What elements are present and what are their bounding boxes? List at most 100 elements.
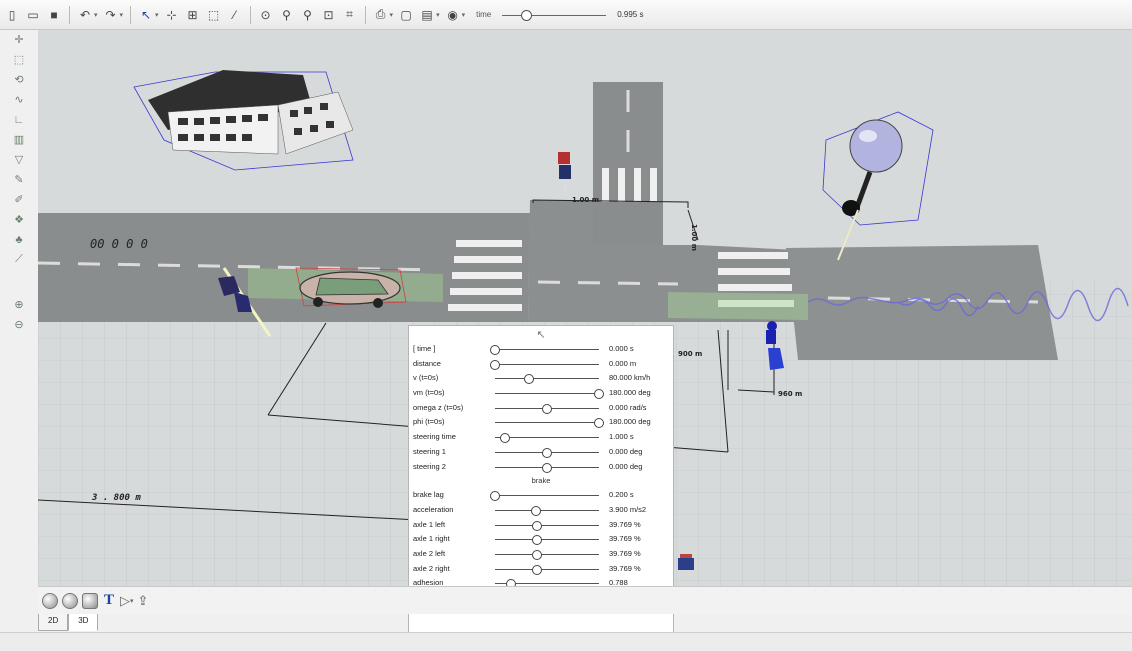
parameter-slider-knob[interactable] xyxy=(531,535,542,546)
sphere-view-icon[interactable] xyxy=(62,592,78,609)
parameter-label: vm (t=0s) xyxy=(413,388,445,398)
frame-icon[interactable]: ⬚ xyxy=(206,7,222,23)
parameter-slider[interactable] xyxy=(495,433,599,444)
parameter-slider-knob[interactable] xyxy=(594,418,604,429)
parameter-slider[interactable] xyxy=(490,491,599,502)
pencil-icon[interactable]: ✐ xyxy=(11,192,27,207)
render-icon[interactable]: ◉ xyxy=(445,7,461,23)
parameter-slider-knob[interactable] xyxy=(542,403,552,414)
parameter-slider-knob[interactable] xyxy=(524,374,535,385)
parameter-slider-knob[interactable] xyxy=(490,345,500,355)
parameter-slider[interactable] xyxy=(495,374,599,385)
layout-icon[interactable]: ▤ xyxy=(419,7,435,23)
redo-icon[interactable]: ↷ xyxy=(103,7,119,23)
parameter-row: [ time ] 0.000 s xyxy=(409,342,673,357)
time-slider-knob[interactable] xyxy=(521,9,533,21)
parameter-label: acceleration xyxy=(413,504,454,514)
rotate-icon[interactable]: ⟲ xyxy=(11,72,27,87)
parameter-slider-knob[interactable] xyxy=(490,491,500,502)
fit-icon[interactable]: ⌗ xyxy=(342,7,358,23)
parameter-slider[interactable] xyxy=(495,403,599,414)
parameter-slider[interactable] xyxy=(495,447,599,458)
new-file-icon[interactable]: ▯ xyxy=(4,7,20,23)
zoom-in-icon[interactable]: ⊕ xyxy=(11,297,27,312)
parameter-slider[interactable] xyxy=(495,520,599,531)
parameter-slider[interactable] xyxy=(495,418,604,429)
parameter-slider[interactable] xyxy=(490,359,599,370)
tree-icon[interactable]: ♣ xyxy=(11,232,27,247)
toolbar-divider xyxy=(130,5,132,24)
print-icon[interactable]: ⎙ xyxy=(373,7,389,23)
parameter-slider-knob[interactable] xyxy=(542,462,552,473)
zoom-out-icon[interactable]: ⊖ xyxy=(11,317,27,332)
parameter-slider[interactable] xyxy=(490,345,599,355)
parameter-label: axle 1 right xyxy=(413,534,450,544)
zoom-extents-icon[interactable]: ⊙ xyxy=(258,7,274,23)
ruler-icon[interactable]: ⁄ xyxy=(227,7,243,23)
toolbar-divider xyxy=(249,5,251,24)
parameter-slider-knob[interactable] xyxy=(531,549,542,560)
left-toolbar: ✛ ⬚ ⟲ ∿ ∟ ▥ ▽ ✎ ✐ ❖ ♣ ⟋ ⊕ ⊖ xyxy=(0,30,38,622)
print-dropdown-icon[interactable]: ▾ xyxy=(390,11,394,19)
text-tool-icon[interactable]: T xyxy=(102,592,116,609)
road-right xyxy=(786,245,1058,360)
brush-icon[interactable]: ✎ xyxy=(11,172,27,187)
parameter-label: phi (t=0s) xyxy=(413,417,445,427)
save-icon[interactable]: ■ xyxy=(46,7,62,23)
parameter-row: v (t=0s) 80.000 km/h xyxy=(409,371,673,386)
page-icon[interactable]: ▢ xyxy=(398,7,414,23)
parameter-row: brake lag 0.200 s xyxy=(409,488,673,503)
polygon-icon[interactable]: ▽ xyxy=(11,152,27,167)
parameter-slider[interactable] xyxy=(495,505,599,516)
zoom-all-icon[interactable]: ⊡ xyxy=(321,7,337,23)
time-slider[interactable] xyxy=(502,9,607,21)
parameter-slider[interactable] xyxy=(495,564,599,575)
parameter-slider-knob[interactable] xyxy=(530,505,541,516)
object-icon[interactable]: ❖ xyxy=(11,212,27,227)
parameter-slider[interactable] xyxy=(495,535,599,546)
parameter-slider-knob[interactable] xyxy=(531,520,542,531)
green-path-right xyxy=(668,292,808,320)
open-file-icon[interactable]: ▭ xyxy=(25,7,41,23)
redo-dropdown-icon[interactable]: ▾ xyxy=(120,11,124,19)
pointer-icon[interactable]: ↖ xyxy=(138,7,154,23)
render-dropdown-icon[interactable]: ▾ xyxy=(462,11,466,19)
parameter-slider-knob[interactable] xyxy=(500,433,511,444)
parameter-value: 0.000 deg xyxy=(609,461,643,471)
parameter-row: phi (t=0s) 180.000 deg xyxy=(409,415,673,430)
tab-3d[interactable]: 3D xyxy=(68,614,99,631)
wall-icon[interactable]: ▥ xyxy=(11,132,27,147)
undo-dropdown-icon[interactable]: ▾ xyxy=(94,11,98,19)
parameter-slider[interactable] xyxy=(495,389,604,400)
wire-view-icon[interactable] xyxy=(82,592,98,609)
pointer-dropdown-icon[interactable]: ▾ xyxy=(155,11,159,19)
crop-icon[interactable]: ⊹ xyxy=(164,7,180,23)
play-icon[interactable]: ▷ xyxy=(120,593,130,609)
select-icon[interactable]: ⬚ xyxy=(11,52,27,67)
grid-icon[interactable]: ⊞ xyxy=(185,7,201,23)
play-dropdown-icon[interactable]: ▾ xyxy=(130,597,134,605)
parameter-slider-knob[interactable] xyxy=(594,389,604,400)
parameter-row: vm (t=0s) 180.000 deg xyxy=(409,386,673,401)
ramp-icon[interactable]: ⟋ xyxy=(11,252,27,267)
zoom-icon[interactable]: ⚲ xyxy=(279,7,295,23)
parameter-slider[interactable] xyxy=(495,549,599,560)
layout-dropdown-icon[interactable]: ▾ xyxy=(436,11,440,19)
parameter-slider[interactable] xyxy=(495,462,599,473)
parameter-slider-knob[interactable] xyxy=(542,447,552,458)
parameter-slider-knob[interactable] xyxy=(490,359,500,370)
export-icon[interactable]: ⇪ xyxy=(138,593,149,609)
shaded-view-icon[interactable] xyxy=(42,592,58,609)
parameter-row: distance 0.000 m xyxy=(409,357,673,372)
measure-icon[interactable]: ∟ xyxy=(11,112,27,127)
small-vehicle-marker[interactable] xyxy=(678,554,694,570)
undo-icon[interactable]: ↶ xyxy=(77,7,93,23)
zoom-window-icon[interactable]: ⚲ xyxy=(300,7,316,23)
tab-2d[interactable]: 2D xyxy=(38,614,69,631)
path-icon[interactable]: ∿ xyxy=(11,92,27,107)
parameter-slider[interactable] xyxy=(495,579,599,590)
parameter-value: 0.000 deg xyxy=(609,446,643,456)
parameter-slider-knob[interactable] xyxy=(531,564,542,575)
cursor-arrow-icon[interactable]: ↖ xyxy=(409,326,673,342)
move-icon[interactable]: ✛ xyxy=(11,32,27,47)
